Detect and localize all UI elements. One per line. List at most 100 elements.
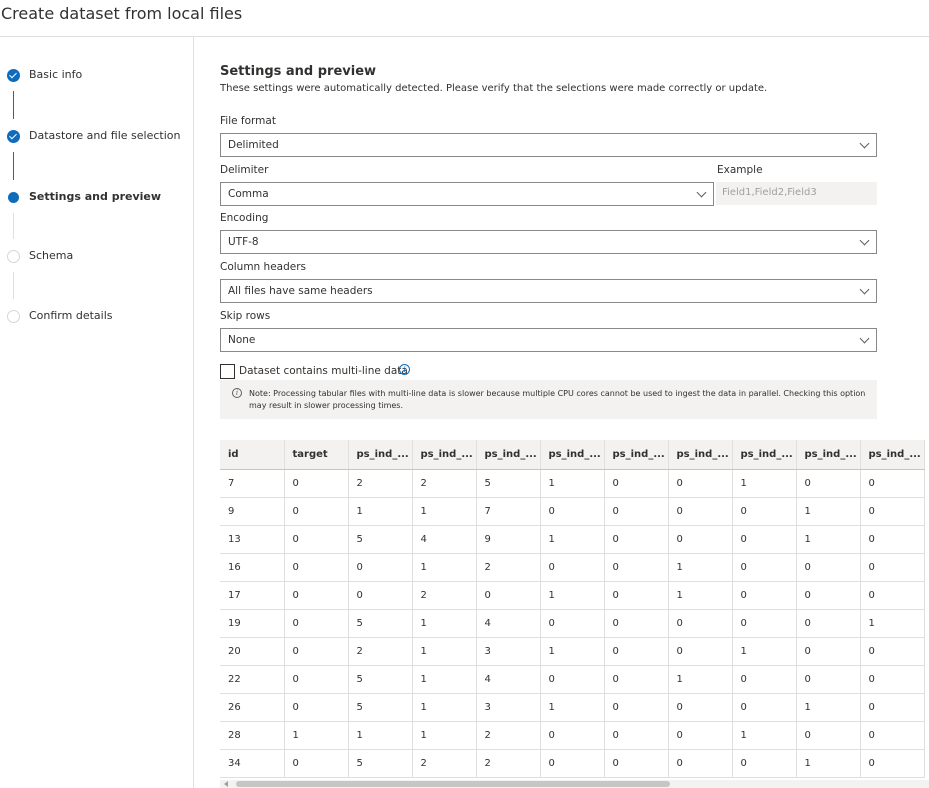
preview-table-container: id target ps_ind_... ps_ind_... ps_ind_... ps… <box>220 440 929 788</box>
column-header[interactable]: ps_ind_... <box>348 440 413 470</box>
multiline-note-text: Note: Processing tabular files with mult… <box>249 389 866 410</box>
step-complete-check-icon <box>7 69 20 82</box>
horizontal-scrollbar[interactable] <box>220 780 929 788</box>
step-pending-circle-icon <box>7 250 20 263</box>
table-cell: 0 <box>604 469 669 498</box>
table-cell: 2 <box>412 469 477 498</box>
table-cell: 1 <box>540 469 605 498</box>
table-cell: 0 <box>860 637 925 666</box>
chevron-down-icon <box>859 333 870 344</box>
column-header[interactable]: ps_ind_... <box>604 440 669 470</box>
table-cell: 1 <box>860 609 925 638</box>
table-cell: 0 <box>668 525 733 554</box>
table-cell: 2 <box>476 749 541 778</box>
table-cell: 0 <box>284 553 349 582</box>
table-cell: 0 <box>668 721 733 750</box>
table-cell: 0 <box>476 581 541 610</box>
table-cell: 3 <box>476 693 541 722</box>
step-connector <box>13 213 14 239</box>
table-cell: 0 <box>284 497 349 526</box>
step-label: Schema <box>29 249 74 262</box>
step-label: Basic info <box>29 68 83 81</box>
multiline-checkbox[interactable] <box>220 364 235 379</box>
scroll-left-arrow-icon[interactable] <box>224 781 228 787</box>
table-cell: 0 <box>796 665 861 694</box>
table-row: 19 0 5 1 4 0 0 0 0 0 1 <box>220 609 925 638</box>
step-connector <box>13 272 14 299</box>
table-cell: 26 <box>220 693 285 722</box>
step-label: Settings and preview <box>29 190 162 203</box>
scrollbar-thumb[interactable] <box>236 781 670 787</box>
table-cell: 0 <box>604 497 669 526</box>
delimiter-dropdown[interactable]: Comma <box>220 182 714 206</box>
step-label: Confirm details <box>29 309 113 322</box>
column-header[interactable]: ps_ind_... <box>540 440 605 470</box>
table-cell: 0 <box>604 525 669 554</box>
table-cell: 0 <box>284 665 349 694</box>
table-cell: 2 <box>412 749 477 778</box>
table-cell: 1 <box>412 553 477 582</box>
info-icon[interactable]: i <box>399 364 410 375</box>
table-header-row: id target ps_ind_... ps_ind_... ps_ind_... ps… <box>220 440 925 470</box>
column-header[interactable]: ps_ind_... <box>860 440 925 470</box>
wizard-steps: Basic info Datastore and file selection … <box>0 37 194 788</box>
table-cell: 1 <box>284 721 349 750</box>
step-connector <box>13 91 14 119</box>
table-row: 22 0 5 1 4 0 0 1 0 0 0 <box>220 665 925 694</box>
table-cell: 0 <box>540 609 605 638</box>
table-cell: 0 <box>860 665 925 694</box>
table-cell: 0 <box>284 581 349 610</box>
table-cell: 0 <box>668 469 733 498</box>
table-cell: 0 <box>668 637 733 666</box>
table-cell: 0 <box>668 693 733 722</box>
step-confirm-details: Confirm details <box>0 307 193 329</box>
delimiter-value: Comma <box>228 188 269 200</box>
table-cell: 7 <box>220 469 285 498</box>
column-headers-label: Column headers <box>220 261 307 273</box>
table-cell: 7 <box>476 497 541 526</box>
table-cell: 1 <box>668 581 733 610</box>
step-basic-info[interactable]: Basic info <box>0 66 193 88</box>
encoding-dropdown[interactable]: UTF-8 <box>220 230 877 254</box>
column-header[interactable]: target <box>284 440 349 470</box>
table-cell: 13 <box>220 525 285 554</box>
column-header[interactable]: ps_ind_... <box>412 440 477 470</box>
column-header[interactable]: ps_ind_... <box>796 440 861 470</box>
table-cell: 0 <box>732 609 797 638</box>
skip-rows-label: Skip rows <box>220 310 271 322</box>
table-cell: 34 <box>220 749 285 778</box>
multiline-checkbox-label[interactable]: Dataset contains multi-line data <box>239 365 408 377</box>
section-title: Settings and preview <box>220 64 377 79</box>
table-cell: 0 <box>796 637 861 666</box>
table-cell: 5 <box>476 469 541 498</box>
table-cell: 5 <box>348 749 413 778</box>
table-cell: 0 <box>732 665 797 694</box>
skip-rows-dropdown[interactable]: None <box>220 328 877 352</box>
page-header: Create dataset from local files <box>0 0 929 37</box>
column-header[interactable]: ps_ind_... <box>668 440 733 470</box>
table-cell: 0 <box>604 665 669 694</box>
table-cell: 0 <box>604 581 669 610</box>
column-header[interactable]: ps_ind_... <box>732 440 797 470</box>
table-cell: 0 <box>860 469 925 498</box>
table-cell: 0 <box>604 637 669 666</box>
table-cell: 4 <box>476 665 541 694</box>
file-format-dropdown[interactable]: Delimited <box>220 133 877 157</box>
table-cell: 4 <box>412 525 477 554</box>
table-cell: 1 <box>540 693 605 722</box>
table-cell: 0 <box>284 749 349 778</box>
table-row: 70225100100 <box>220 469 925 498</box>
column-header[interactable]: ps_ind_... <box>476 440 541 470</box>
table-cell: 0 <box>732 525 797 554</box>
step-label: Datastore and file selection <box>29 129 181 142</box>
column-header[interactable]: id <box>220 440 285 470</box>
table-cell: 0 <box>348 553 413 582</box>
step-datastore[interactable]: Datastore and file selection <box>0 127 193 149</box>
table-cell: 1 <box>412 637 477 666</box>
table-cell: 0 <box>860 721 925 750</box>
table-cell: 0 <box>284 609 349 638</box>
step-settings-preview[interactable]: Settings and preview <box>0 188 193 210</box>
table-cell: 1 <box>540 525 605 554</box>
column-headers-dropdown[interactable]: All files have same headers <box>220 279 877 303</box>
table-cell: 0 <box>860 693 925 722</box>
